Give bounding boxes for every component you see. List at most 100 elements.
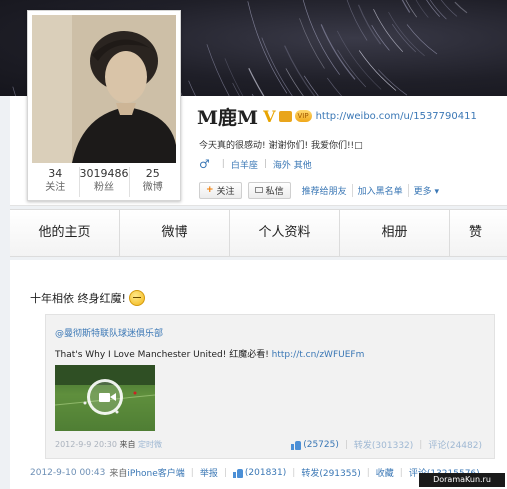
post-forward-link[interactable]: 转发(291355) bbox=[301, 466, 360, 479]
avatar-box: 34 关注 3019486 粉丝 25 微博 bbox=[27, 10, 181, 201]
follow-button[interactable]: + 关注 bbox=[199, 181, 242, 199]
profile-actions: + 关注 私信 推荐给朋友 加入黑名单 更多 ▾ bbox=[199, 181, 444, 199]
repost-meta: 2012-9-9 20:30 来自 定时微 bbox=[55, 439, 162, 450]
star-trail bbox=[388, 11, 425, 57]
profile-info-row: ♂ | 白羊座 | 海外 其他 bbox=[199, 157, 312, 171]
star-trail bbox=[346, 0, 368, 41]
video-play-icon[interactable] bbox=[87, 379, 123, 415]
message-label: 私信 bbox=[265, 186, 284, 197]
camera-body-icon bbox=[99, 393, 110, 402]
blacklist-link[interactable]: 加入黑名单 bbox=[351, 183, 408, 197]
star-trail bbox=[224, 58, 244, 96]
star-trail bbox=[188, 80, 196, 96]
profile-nickname: M鹿M bbox=[197, 106, 259, 129]
star-trail bbox=[358, 50, 397, 91]
fans-count: 3019486 bbox=[79, 167, 129, 180]
follow-label: 关注 bbox=[216, 186, 235, 197]
repost-content-text: That's Why I Love Manchester United! 红魔必… bbox=[55, 350, 272, 360]
recommend-link[interactable]: 推荐给朋友 bbox=[297, 184, 352, 197]
thumbs-up-icon bbox=[291, 440, 302, 450]
weibo-count: 25 bbox=[145, 167, 160, 180]
crown-icon[interactable] bbox=[278, 110, 292, 122]
post-footer: 2012-9-10 00:43 来自 iPhone客户端 | 举报 | (201… bbox=[30, 466, 480, 480]
post-text-row: 十年相依 终身红魔! bbox=[30, 290, 145, 306]
divider: | bbox=[221, 159, 225, 169]
star-trail bbox=[401, 0, 411, 13]
smile-face-icon bbox=[128, 290, 145, 306]
divider: | bbox=[223, 467, 227, 478]
tab-profile-info[interactable]: 个人资料 bbox=[230, 210, 340, 256]
star-trail bbox=[303, 75, 319, 96]
location-link[interactable]: 海外 其他 bbox=[273, 158, 312, 171]
star-trail bbox=[391, 23, 417, 53]
divider: | bbox=[399, 467, 403, 478]
star-trail bbox=[357, 4, 382, 45]
post-like-count[interactable]: (201831) bbox=[245, 468, 286, 478]
repost-like-button[interactable]: (25725) bbox=[291, 440, 339, 450]
star-trail bbox=[247, 1, 288, 94]
profile-tabs: 他的主页 微博 个人资料 相册 赞 bbox=[10, 209, 507, 257]
profile-stats: 34 关注 3019486 粉丝 25 微博 bbox=[32, 167, 176, 197]
more-dropdown[interactable]: 更多 ▾ bbox=[407, 183, 444, 197]
star-trail bbox=[248, 67, 265, 96]
male-gender-icon: ♂ bbox=[199, 157, 210, 171]
star-trail bbox=[440, 0, 458, 17]
site-watermark: DoramaKun.ru bbox=[419, 473, 505, 487]
star-trail bbox=[454, 1, 468, 14]
repost-counters: (25725) | 转发(301332) | 评论(24482) bbox=[291, 438, 482, 451]
divider: | bbox=[419, 439, 423, 450]
verified-v-icon[interactable]: V bbox=[263, 107, 275, 126]
post-from-label: 来自 bbox=[109, 469, 128, 479]
avatar-portrait bbox=[32, 15, 176, 163]
post-source[interactable]: iPhone客户端 bbox=[127, 466, 184, 479]
repost-forward-link[interactable]: 转发(301332) bbox=[354, 438, 413, 451]
repost-time[interactable]: 2012-9-9 20:30 bbox=[55, 440, 117, 449]
tab-likes[interactable]: 赞 bbox=[450, 210, 507, 256]
repost-content: That's Why I Love Manchester United! 红魔必… bbox=[55, 347, 364, 360]
star-trail bbox=[415, 0, 429, 18]
star-trail bbox=[261, 37, 293, 96]
repost-comment-link[interactable]: 评论(24482) bbox=[428, 438, 482, 451]
avatar[interactable] bbox=[32, 15, 176, 163]
stat-following[interactable]: 34 关注 bbox=[32, 167, 80, 197]
star-trail bbox=[426, 0, 440, 17]
repost-like-count: (25725) bbox=[303, 439, 339, 450]
camera-lens-icon bbox=[110, 393, 116, 401]
vip-badge[interactable]: VIP bbox=[294, 110, 312, 122]
message-button[interactable]: 私信 bbox=[247, 181, 291, 199]
tab-home[interactable]: 他的主页 bbox=[10, 210, 120, 256]
video-thumbnail[interactable] bbox=[55, 365, 155, 431]
divider: | bbox=[263, 159, 267, 169]
tab-weibo[interactable]: 微博 bbox=[120, 210, 230, 256]
thumbs-up-icon[interactable] bbox=[232, 468, 243, 478]
post-text: 十年相依 终身红魔! bbox=[30, 292, 126, 305]
repost-author-link[interactable]: @曼彻斯特联队球迷俱乐部 bbox=[55, 326, 163, 339]
name-row: M鹿M V VIP http://weibo.com/u/1537790411 bbox=[197, 104, 477, 129]
divider: | bbox=[292, 467, 296, 478]
fans-label: 粉丝 bbox=[94, 182, 114, 193]
repost-from-label: 来自 bbox=[119, 440, 136, 449]
repost-source[interactable]: 定时微 bbox=[138, 440, 162, 449]
constellation-link[interactable]: 白羊座 bbox=[231, 158, 258, 171]
weibo-label: 微博 bbox=[142, 182, 163, 193]
report-link[interactable]: 举报 bbox=[200, 466, 218, 479]
feed-post: 十年相依 终身红魔! @曼彻斯特联队球迷俱乐部 That's Why I Lov… bbox=[10, 260, 507, 489]
tab-album[interactable]: 相册 bbox=[340, 210, 450, 256]
post-favorite-link[interactable]: 收藏 bbox=[376, 466, 394, 479]
star-trail bbox=[371, 25, 390, 51]
stat-fans[interactable]: 3019486 粉丝 bbox=[80, 167, 130, 197]
profile-home-url[interactable]: http://weibo.com/u/1537790411 bbox=[316, 111, 477, 122]
divider: | bbox=[366, 467, 370, 478]
profile-bio: 今天真的很感动! 谢谢你们! 我爱你们!!□ bbox=[199, 141, 363, 151]
star-trail bbox=[378, 69, 408, 96]
following-label: 关注 bbox=[45, 182, 66, 193]
star-trail bbox=[406, 24, 438, 55]
stat-weibo[interactable]: 25 微博 bbox=[130, 167, 177, 197]
post-time[interactable]: 2012-9-10 00:43 bbox=[30, 468, 105, 478]
star-trail bbox=[284, 45, 316, 96]
star-trail bbox=[405, 0, 417, 18]
repost-box: @曼彻斯特联队球迷俱乐部 That's Why I Love Mancheste… bbox=[45, 314, 495, 459]
repost-content-url[interactable]: http://t.cn/zWFUEFm bbox=[272, 350, 365, 360]
envelope-icon bbox=[254, 187, 263, 193]
divider: | bbox=[190, 467, 194, 478]
